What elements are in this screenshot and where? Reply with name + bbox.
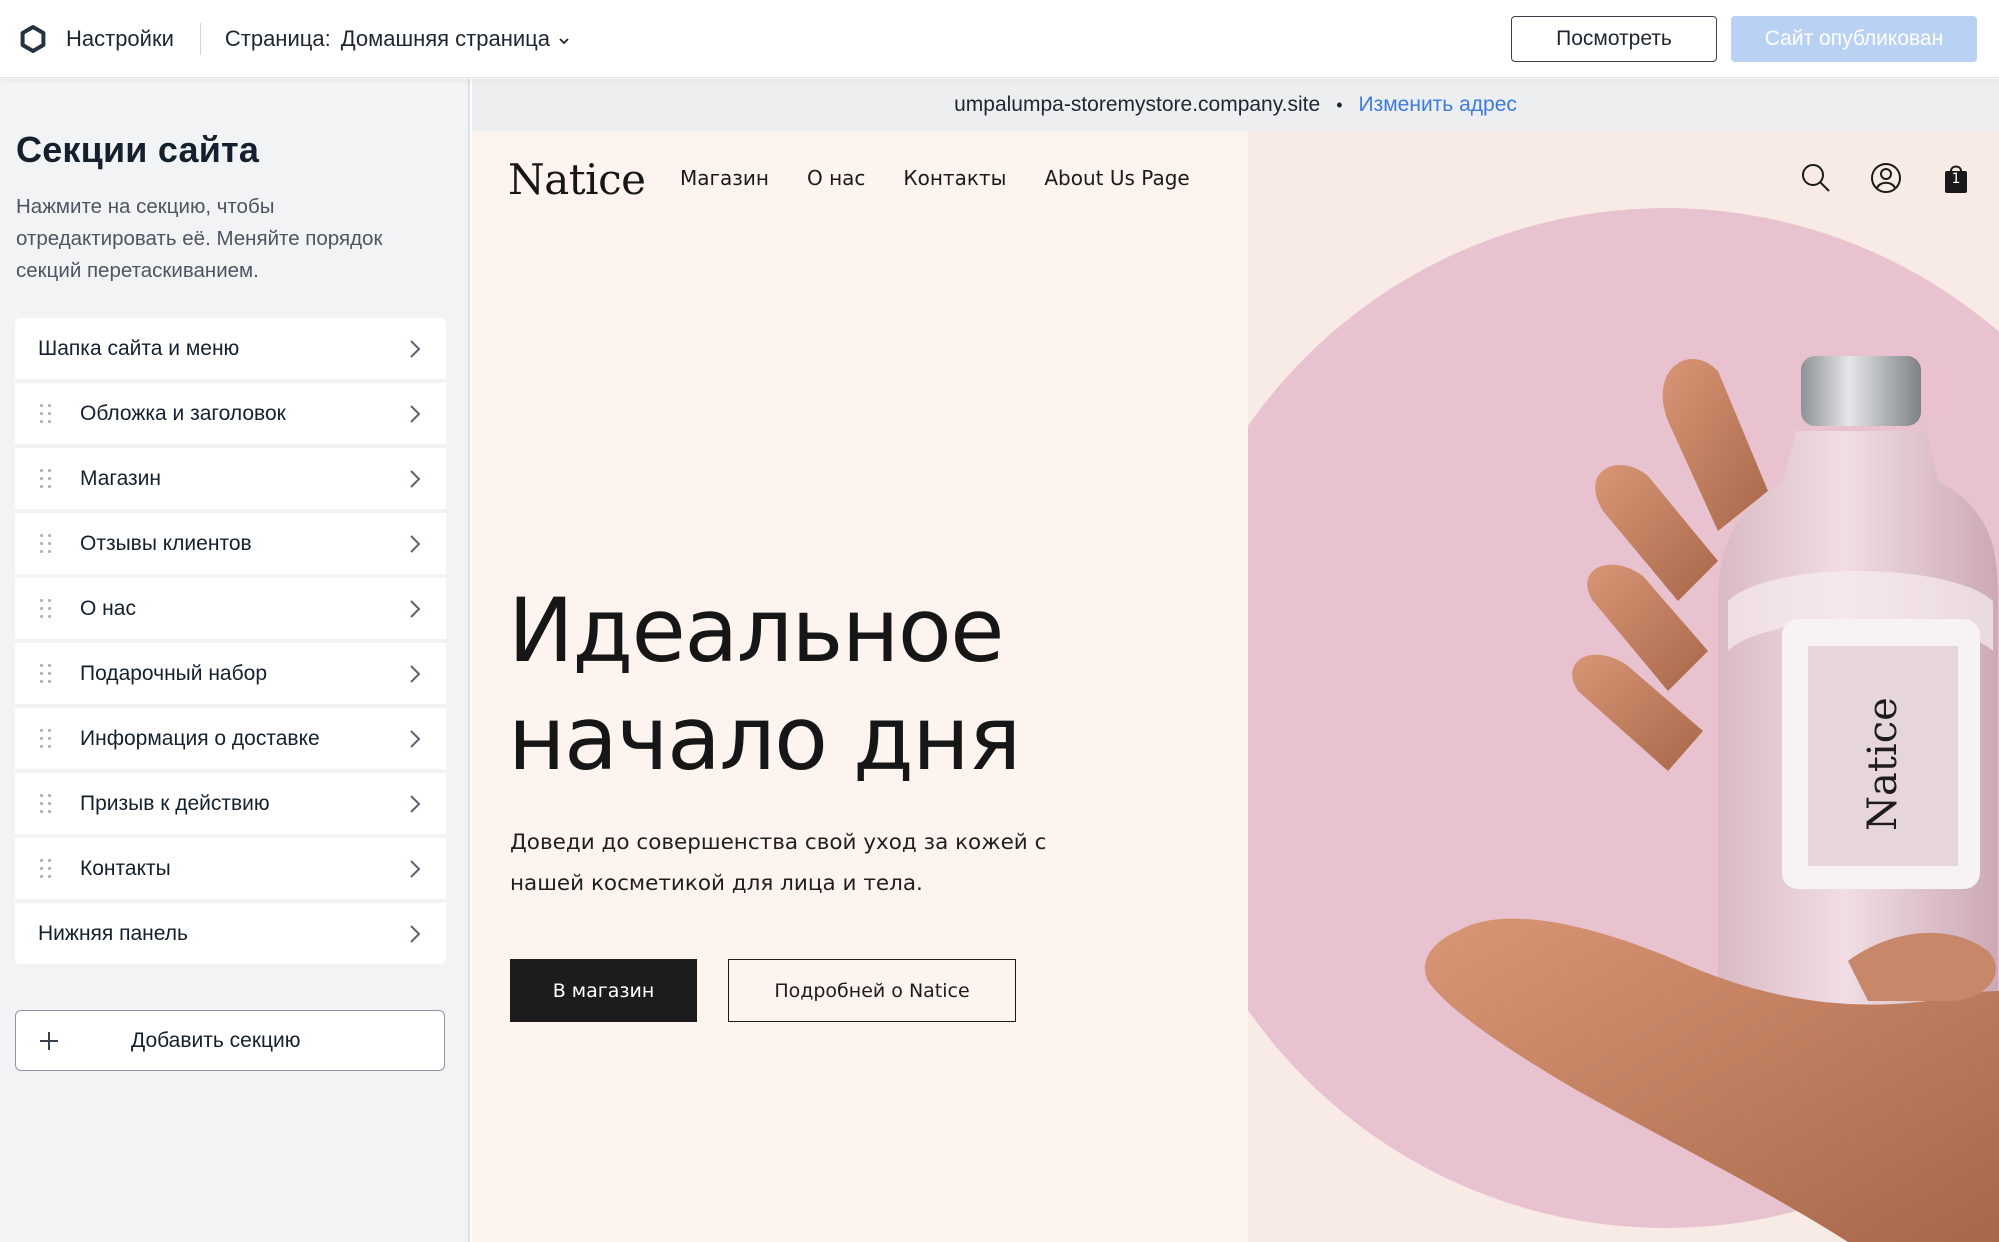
section-item-delivery[interactable]: Информация о доставке [15, 708, 446, 769]
settings-label: Настройки [66, 25, 174, 51]
url-separator: • [1336, 94, 1343, 115]
hero-title-line: Идеальное [508, 579, 1004, 682]
sections-sidebar: Секции сайта Нажмите на секцию, чтобы от… [0, 79, 470, 1242]
chevron-right-icon [410, 730, 421, 748]
search-icon[interactable] [1799, 161, 1833, 195]
address-bar: umpalumpa-storemystore.company.site • Из… [472, 79, 1999, 131]
section-item-cover[interactable]: Обложка и заголовок [15, 383, 446, 444]
site-logo[interactable]: Natice [508, 155, 646, 204]
section-item-label: Магазин [80, 466, 162, 490]
section-list: Шапка сайта и меню Обложка и заголовок М… [15, 318, 446, 964]
preview-button[interactable]: Посмотреть [1511, 15, 1717, 62]
section-item-label: Шапка сайта и меню [38, 336, 240, 360]
settings-gear-icon [20, 24, 46, 53]
drag-handle-icon[interactable] [40, 858, 52, 879]
change-address-link[interactable]: Изменить адрес [1359, 93, 1517, 117]
nav-link-about[interactable]: О нас [807, 166, 865, 190]
page-selector[interactable]: Страница: Домашняя страница [225, 26, 572, 52]
section-item-label: О нас [80, 596, 136, 620]
section-item-label: Обложка и заголовок [80, 401, 286, 425]
site-url: umpalumpa-storemystore.company.site [954, 93, 1321, 116]
drag-handle-icon[interactable] [40, 793, 52, 814]
nav-link-store[interactable]: Магазин [680, 166, 769, 190]
section-item-label: Отзывы клиентов [80, 531, 252, 555]
hero-image: Natice [1248, 131, 1999, 1242]
section-item-gift-set[interactable]: Подарочный набор [15, 643, 446, 704]
drag-handle-icon[interactable] [40, 403, 52, 424]
topbar-divider [199, 22, 201, 55]
section-item-about[interactable]: О нас [15, 578, 446, 639]
site-nav-icons: 1 [1763, 161, 1973, 195]
section-item-contacts[interactable]: Контакты [15, 838, 446, 899]
drag-handle-icon[interactable] [40, 663, 52, 684]
add-section-label: Добавить секцию [131, 1028, 301, 1052]
chevron-right-icon [410, 340, 421, 358]
chevron-right-icon [410, 470, 421, 488]
section-item-header[interactable]: Шапка сайта и меню [15, 318, 446, 379]
section-item-label: Подарочный набор [80, 661, 268, 685]
add-section-button[interactable]: Добавить секцию [15, 1010, 445, 1071]
chevron-right-icon [410, 795, 421, 813]
chevron-right-icon [410, 535, 421, 553]
chevron-right-icon [410, 860, 421, 878]
nav-link-about-us-page[interactable]: About Us Page [1044, 166, 1189, 190]
page-selector-label: Страница: [224, 25, 331, 51]
drag-handle-icon[interactable] [40, 598, 52, 619]
section-item-label: Контакты [80, 856, 171, 880]
section-item-label: Информация о доставке [80, 726, 320, 750]
section-item-label: Призыв к действию [80, 791, 270, 815]
nav-link-contacts[interactable]: Контакты [903, 166, 1006, 190]
section-item-label: Нижняя панель [38, 921, 188, 945]
cart-bag-icon[interactable]: 1 [1939, 161, 1973, 195]
hero-product-photo: Natice [1248, 208, 1999, 1242]
chevron-right-icon [410, 405, 421, 423]
hero-subtitle: Доведи до совершенства свой уход за коже… [510, 830, 1047, 896]
section-item-store[interactable]: Магазин [15, 448, 446, 509]
cart-count: 1 [1951, 171, 1961, 187]
published-status-button[interactable]: Сайт опубликован [1731, 15, 1977, 62]
sidebar-description: Нажмите на секцию, чтобы отредактировать… [16, 195, 383, 282]
site-nav: Магазин О нас Контакты About Us Page [680, 166, 1228, 190]
bottle-label-text: Natice [1860, 697, 1906, 831]
drag-handle-icon[interactable] [40, 468, 52, 489]
shop-button[interactable]: В магазин [510, 959, 697, 1022]
account-icon[interactable] [1869, 161, 1903, 195]
hero-title: Идеальное начало дня [508, 577, 1128, 793]
learn-more-button[interactable]: Подробней о Natice [728, 959, 1016, 1022]
chevron-down-icon [559, 37, 569, 44]
site-preview: umpalumpa-storemystore.company.site • Из… [472, 79, 1999, 1242]
page-selector-value: Домашняя страница [340, 25, 551, 51]
top-bar: Настройки Страница: Домашняя страница По… [0, 0, 1999, 78]
drag-handle-icon[interactable] [40, 533, 52, 554]
chevron-right-icon [410, 665, 421, 683]
site-homepage: Natice Natice Магазин О нас Контакты Abo… [472, 131, 1999, 1242]
drag-handle-icon[interactable] [40, 728, 52, 749]
hero-title-line: начало дня [508, 687, 1021, 790]
section-item-call-to-action[interactable]: Призыв к действию [15, 773, 446, 834]
section-item-reviews[interactable]: Отзывы клиентов [15, 513, 446, 574]
sidebar-title: Секции сайта [16, 129, 260, 170]
chevron-right-icon [410, 925, 421, 943]
settings-button[interactable]: Настройки [0, 0, 174, 78]
site-header: Natice Магазин О нас Контакты About Us P… [472, 131, 1999, 227]
chevron-right-icon [410, 600, 421, 618]
plus-icon [40, 1031, 58, 1050]
section-item-footer[interactable]: Нижняя панель [15, 903, 446, 964]
